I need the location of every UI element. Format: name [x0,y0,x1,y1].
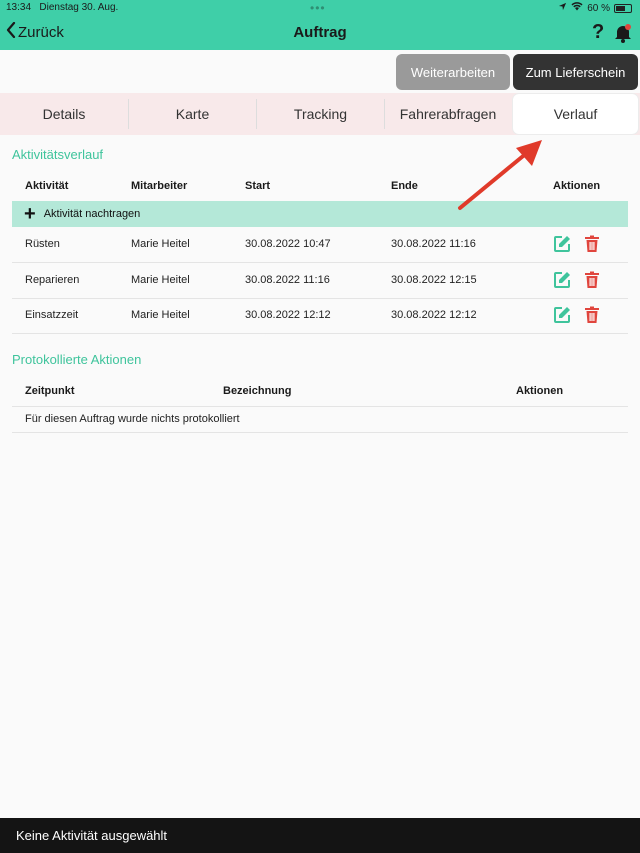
tab-driver-queries[interactable]: Fahrerabfragen [385,93,511,135]
log-section-title: Protokollierte Aktionen [12,352,142,367]
status-indicators: 60 % [558,2,632,14]
row-end: 30.08.2022 12:15 [391,274,477,286]
plus-icon: + [24,203,36,225]
row-divider [12,262,628,263]
row-end: 30.08.2022 12:12 [391,309,477,321]
activity-section-title: Aktivitätsverlauf [12,147,104,162]
row-activity: Rüsten [25,238,60,250]
location-icon [558,2,567,14]
column-header-log-actions: Aktionen [516,385,564,397]
page-title: Auftrag [293,24,347,41]
tab-map[interactable]: Karte [129,93,256,135]
help-icon[interactable]: ? [592,21,604,44]
status-time-date: 13:34 Dienstag 30. Aug. [6,2,118,13]
tab-history[interactable]: Verlauf [513,94,638,134]
delivery-note-button[interactable]: Zum Lieferschein [513,54,638,90]
tab-details[interactable]: Details [0,93,128,135]
column-header-employee: Mitarbeiter [131,180,188,192]
app-header: 13:34 Dienstag 30. Aug. ••• 60 % Zurück … [0,0,640,50]
column-header-start: Start [245,180,271,192]
selection-status-footer: Keine Aktivität ausgewählt [0,818,640,853]
log-empty-text: Für diesen Auftrag wurde nichts protokol… [25,413,240,425]
row-activity: Einsatzzeit [25,309,79,321]
column-header-activity: Aktivität [25,180,69,192]
status-date: Dienstag 30. Aug. [39,2,119,13]
status-time: 13:34 [6,2,32,13]
column-header-timestamp: Zeitpunkt [25,385,75,397]
delete-icon[interactable] [583,235,601,253]
battery-percent: 60 % [587,2,610,14]
delete-icon[interactable] [583,306,601,324]
add-activity-label: Aktivität nachtragen [43,208,141,220]
row-divider [12,333,628,334]
row-employee: Marie Heitel [131,274,190,286]
delete-icon[interactable] [583,271,601,289]
row-divider [12,432,628,433]
column-header-description: Bezeichnung [223,385,292,397]
wifi-icon [571,2,583,14]
row-employee: Marie Heitel [131,309,190,321]
edit-icon[interactable] [553,235,571,253]
edit-icon[interactable] [553,306,571,324]
notification-bell-icon[interactable] [613,23,633,43]
tab-tracking[interactable]: Tracking [257,93,384,135]
row-divider [12,298,628,299]
row-start: 30.08.2022 12:12 [245,309,331,321]
battery-icon [614,3,632,13]
row-start: 30.08.2022 11:16 [245,274,330,286]
multitasking-dots-icon[interactable]: ••• [310,1,326,15]
column-header-end: Ende [391,180,418,192]
continue-work-button[interactable]: Weiterarbeiten [396,54,510,90]
row-end: 30.08.2022 11:16 [391,238,476,250]
row-divider [12,406,628,407]
annotation-arrow-icon [450,136,546,216]
row-employee: Marie Heitel [131,238,190,250]
row-activity: Reparieren [25,274,80,286]
edit-icon[interactable] [553,271,571,289]
tab-bar: Details Karte Tracking Fahrerabfragen Ve… [0,93,640,135]
row-start: 30.08.2022 10:47 [245,238,331,250]
column-header-actions: Aktionen [553,180,601,192]
